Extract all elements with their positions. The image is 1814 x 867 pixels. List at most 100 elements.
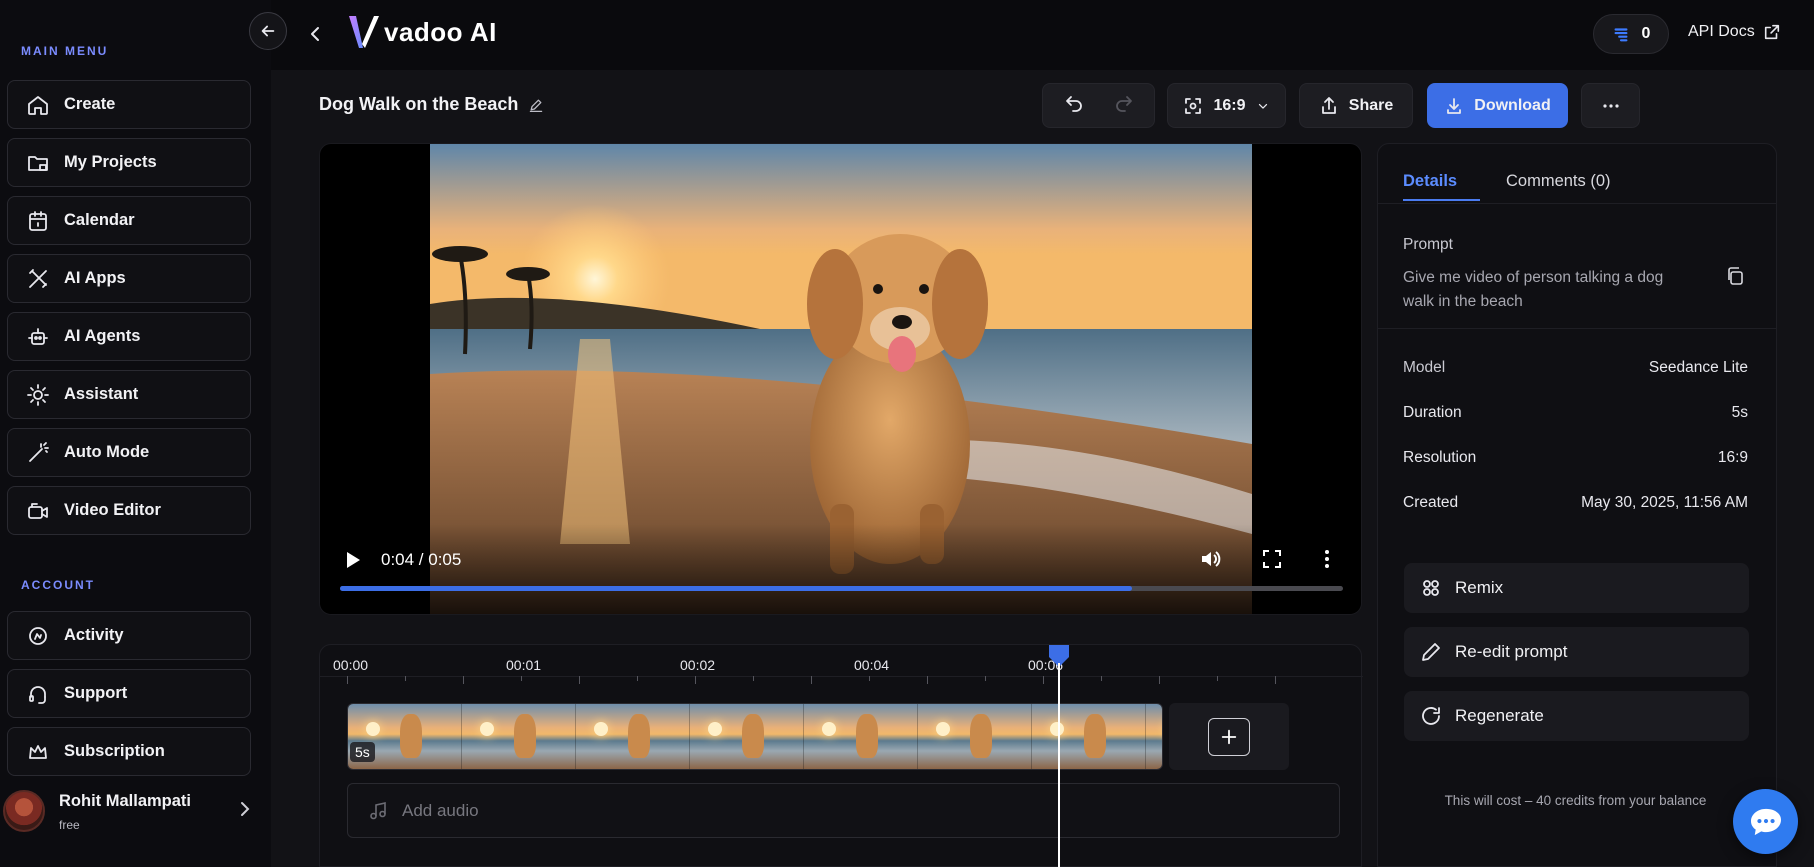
volume-button[interactable] bbox=[1199, 548, 1221, 570]
clip-frame-thumbnail bbox=[804, 704, 918, 769]
sidebar-item-auto-mode[interactable]: Auto Mode bbox=[7, 428, 251, 477]
share-label: Share bbox=[1348, 96, 1394, 114]
ruler-tick bbox=[347, 676, 348, 684]
download-label: Download bbox=[1474, 96, 1551, 114]
chevron-right-icon bbox=[238, 799, 252, 819]
coins-icon bbox=[1614, 28, 1628, 42]
detail-row-model: Model Seedance Lite bbox=[1403, 359, 1748, 377]
fullscreen-button[interactable] bbox=[1261, 548, 1283, 570]
more-options-button[interactable] bbox=[1581, 83, 1640, 128]
play-icon bbox=[347, 552, 360, 568]
ruler-tick bbox=[927, 676, 928, 684]
fullscreen-icon bbox=[1263, 550, 1281, 568]
prompt-label: Prompt bbox=[1403, 236, 1453, 253]
dog-thumbnail bbox=[742, 714, 764, 758]
ruler-tick bbox=[637, 676, 638, 681]
user-profile[interactable]: Rohit Mallampati free bbox=[0, 787, 271, 843]
play-button[interactable] bbox=[343, 548, 363, 572]
prompt-divider bbox=[1377, 328, 1777, 329]
tools-icon bbox=[26, 267, 50, 291]
player-menu-button[interactable] bbox=[1321, 548, 1333, 570]
share-button[interactable]: Share bbox=[1299, 83, 1413, 128]
collapse-sidebar-button[interactable] bbox=[249, 12, 287, 50]
video-player[interactable]: 0:04 / 0:05 bbox=[319, 143, 1362, 615]
user-name: Rohit Mallampati bbox=[59, 792, 192, 810]
project-title-area: Dog Walk on the Beach bbox=[319, 94, 544, 115]
sidebar-item-ai-agents[interactable]: AI Agents bbox=[7, 312, 251, 361]
tab-details[interactable]: Details bbox=[1403, 172, 1457, 191]
add-clip-button[interactable] bbox=[1169, 703, 1289, 770]
redo-button[interactable] bbox=[1114, 93, 1134, 118]
undo-button[interactable] bbox=[1064, 93, 1084, 118]
sidebar-item-activity[interactable]: Activity bbox=[7, 611, 251, 660]
remix-label: Remix bbox=[1455, 578, 1504, 597]
tab-details-underline bbox=[1403, 199, 1480, 201]
sidebar-item-support[interactable]: Support bbox=[7, 669, 251, 718]
clip-frame-thumbnail bbox=[576, 704, 690, 769]
dog-thumbnail bbox=[970, 714, 992, 758]
clip-frame-thumbnail bbox=[690, 704, 804, 769]
crown-icon bbox=[26, 740, 50, 764]
sidebar: MAIN MENU Create My Projects Calendar AI… bbox=[0, 0, 271, 867]
dog-thumbnail bbox=[856, 714, 878, 758]
credits-badge[interactable]: 0 bbox=[1593, 14, 1669, 54]
sidebar-item-subscription[interactable]: Subscription bbox=[7, 727, 251, 776]
more-vertical-icon bbox=[1325, 550, 1329, 568]
tick-label: 00:02 bbox=[680, 657, 716, 673]
sidebar-item-calendar[interactable]: Calendar bbox=[7, 196, 251, 245]
ruler-tick bbox=[869, 676, 870, 681]
add-audio-track[interactable]: Add audio bbox=[347, 783, 1340, 838]
sidebar-item-create[interactable]: Create bbox=[7, 80, 251, 129]
ruler-tick bbox=[463, 676, 464, 684]
detail-row-resolution: Resolution 16:9 bbox=[1403, 449, 1748, 467]
sidebar-item-label: Auto Mode bbox=[64, 443, 150, 461]
add-audio-label: Add audio bbox=[402, 800, 479, 820]
download-button[interactable]: Download bbox=[1427, 83, 1568, 128]
detail-row-duration: Duration 5s bbox=[1403, 404, 1748, 422]
copy-prompt-button[interactable] bbox=[1725, 266, 1745, 286]
logo[interactable]: vadoo AI bbox=[346, 12, 497, 52]
api-docs-link[interactable]: API Docs bbox=[1688, 23, 1781, 41]
headset-icon bbox=[26, 682, 50, 706]
playhead[interactable] bbox=[1047, 643, 1071, 867]
sun-thumbnail bbox=[708, 722, 722, 736]
regenerate-label: Regenerate bbox=[1455, 706, 1544, 725]
ruler-tick bbox=[579, 676, 580, 684]
undo-icon bbox=[1065, 96, 1082, 112]
chat-support-button[interactable] bbox=[1733, 789, 1798, 854]
detail-row-created: Created May 30, 2025, 11:56 AM bbox=[1403, 494, 1748, 512]
back-button[interactable] bbox=[305, 22, 325, 46]
sidebar-item-ai-apps[interactable]: AI Apps bbox=[7, 254, 251, 303]
aspect-ratio-value: 16:9 bbox=[1213, 96, 1246, 114]
download-icon bbox=[1447, 97, 1462, 114]
sidebar-item-my-projects[interactable]: My Projects bbox=[7, 138, 251, 187]
remix-button[interactable]: Remix bbox=[1404, 563, 1749, 613]
ruler-tick bbox=[811, 676, 812, 684]
robot-icon bbox=[26, 325, 50, 349]
arrow-left-icon bbox=[261, 25, 275, 37]
bulb-icon bbox=[26, 383, 50, 407]
tab-comments[interactable]: Comments (0) bbox=[1506, 172, 1611, 191]
sidebar-item-assistant[interactable]: Assistant bbox=[7, 370, 251, 419]
folder-icon bbox=[26, 151, 50, 175]
detail-value: Seedance Lite bbox=[1648, 359, 1748, 376]
sidebar-item-video-editor[interactable]: Video Editor bbox=[7, 486, 251, 535]
ruler-tick bbox=[521, 676, 522, 681]
music-note-icon bbox=[370, 801, 386, 819]
chat-bubble-icon bbox=[1750, 808, 1781, 835]
progress-bar[interactable] bbox=[340, 586, 1343, 591]
share-icon bbox=[1321, 96, 1336, 114]
detail-value: 16:9 bbox=[1717, 449, 1748, 466]
sidebar-item-label: Activity bbox=[64, 626, 124, 644]
plus-icon bbox=[1208, 717, 1250, 756]
chevron-down-icon bbox=[1258, 103, 1267, 109]
clip-frame-thumbnail bbox=[918, 704, 1032, 769]
sidebar-item-label: My Projects bbox=[64, 153, 157, 171]
regenerate-button[interactable]: Regenerate bbox=[1404, 691, 1749, 741]
re-edit-prompt-button[interactable]: Re-edit prompt bbox=[1404, 627, 1749, 677]
sun-thumbnail bbox=[936, 722, 950, 736]
aspect-ratio-dropdown[interactable]: 16:9 bbox=[1167, 83, 1286, 128]
clip-duration-badge: 5s bbox=[350, 742, 375, 762]
video-clip[interactable]: 5s bbox=[347, 703, 1163, 770]
edit-title-icon[interactable] bbox=[528, 97, 544, 113]
